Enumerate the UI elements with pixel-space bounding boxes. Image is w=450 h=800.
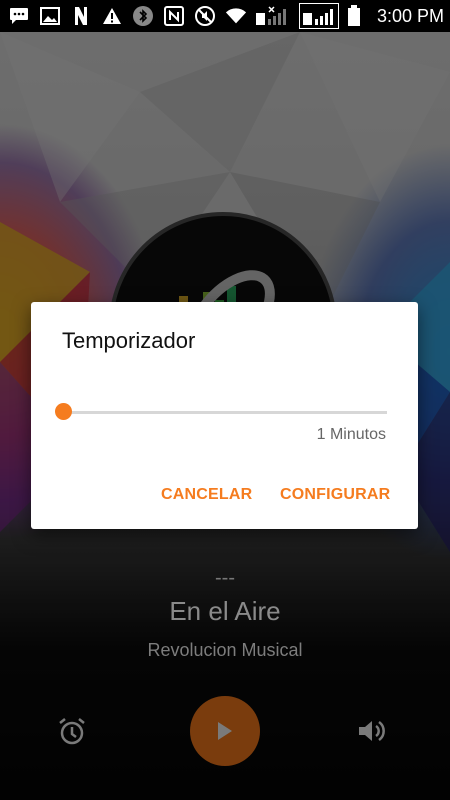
image-icon [39, 5, 61, 27]
play-button[interactable] [190, 696, 260, 766]
station-name: Revolucion Musical [147, 640, 303, 660]
signal-sim2-icon [299, 3, 339, 29]
battery-icon [343, 5, 365, 27]
clock-time: 3:00 PM [376, 5, 444, 26]
timer-slider-thumb[interactable] [54, 403, 72, 420]
mute-icon [194, 5, 216, 27]
track-separator: --- [215, 567, 235, 589]
n-icon [70, 5, 92, 27]
configure-button[interactable]: CONFIGURAR [280, 486, 390, 504]
nfc-icon [163, 5, 185, 27]
timer-slider-track[interactable] [61, 411, 387, 414]
warning-icon [101, 5, 123, 27]
signal-sim1-icon [256, 5, 290, 27]
volume-button[interactable] [356, 716, 388, 746]
volume-icon [356, 720, 388, 750]
timer-dialog: Temporizador 1 Minutos CANCELAR CONFIGUR… [31, 302, 418, 529]
alarm-button[interactable] [56, 715, 88, 747]
cancel-button[interactable]: CANCELAR [161, 486, 252, 504]
play-icon [218, 722, 232, 740]
status-bar: 3:00 PM [0, 0, 450, 32]
timer-value-label: 1 Minutos [316, 426, 386, 443]
chat-icon [8, 5, 30, 27]
bluetooth-icon [132, 5, 154, 27]
now-playing-title: En el Aire [169, 596, 281, 626]
wifi-icon [225, 5, 247, 27]
dialog-title: Temporizador [62, 328, 196, 353]
alarm-clock-icon [56, 718, 88, 751]
